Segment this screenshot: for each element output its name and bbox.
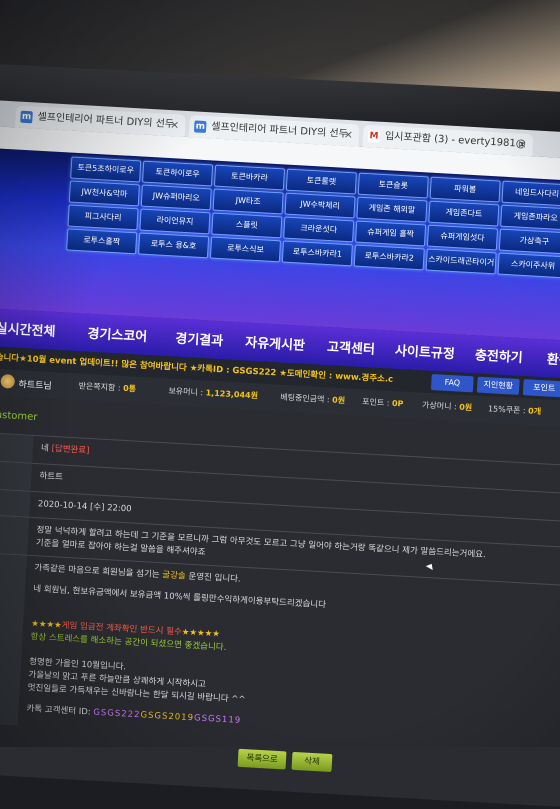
answer-row: 가족같은 마음으로 회원님을 섬기는 굴강솔 운영진 입니다. 네 회원님, 현… — [0, 551, 560, 758]
virtual-label: 가상머니 : — [421, 400, 460, 412]
game-button[interactable]: JW타조 — [212, 188, 284, 215]
game-button[interactable]: 크라운섯다 — [283, 216, 355, 243]
money-balance: 보유머니 : 1,123,044원 — [168, 385, 258, 401]
site-favicon-icon: m — [20, 110, 33, 124]
received-value: 0통 — [122, 383, 137, 394]
point-value: 0P — [391, 398, 404, 409]
game-button[interactable]: 토큰바카라 — [213, 164, 286, 191]
game-button[interactable]: 토큰룰렛 — [285, 168, 357, 195]
game-button[interactable]: 로투스 용&호 — [138, 232, 210, 259]
nav-board[interactable]: 자유게시판 — [245, 332, 306, 354]
answer-label — [0, 552, 28, 726]
brand-name: 굴강솔 — [161, 570, 186, 582]
back-to-list-button[interactable]: 목록으로 — [237, 748, 287, 770]
tab-title: 입시포관함 (3) - everty1981@ — [384, 131, 527, 150]
betting-amount: 베팅중인금액 : 0원 — [280, 392, 345, 407]
nav-results[interactable]: 경기결과 — [175, 328, 224, 350]
tab-title: 셀프인테리어 파트너 DIY의 선두 — [210, 121, 349, 140]
answer-status-badge: [답변완료] — [51, 443, 90, 457]
received-messages[interactable]: 받은쪽지함 : 0통 — [78, 380, 136, 394]
faq-button[interactable]: FAQ — [430, 374, 474, 393]
support-detail: 터 Customer 목 네 [답변완료] 임 하트트 각 2020-10-14… — [0, 393, 560, 809]
game-button[interactable]: 슈퍼게임섯다 — [426, 224, 499, 251]
game-button[interactable]: 토큰슬롯 — [357, 172, 429, 199]
game-button[interactable]: 슈퍼게임 홀짝 — [355, 220, 427, 247]
game-button[interactable]: 로투스바카라1 — [281, 240, 353, 267]
content-label: 세 — [0, 514, 30, 556]
game-button[interactable]: 로투스홀짝 — [66, 228, 138, 255]
user-nickname[interactable]: 하트트님 — [18, 377, 52, 392]
game-button[interactable]: 라이언뮤지 — [139, 208, 211, 235]
date-value: 2020-10-14 [수] 22:00 — [37, 499, 132, 515]
game-button[interactable]: 게임존 해외말 — [356, 196, 428, 223]
page-subtitle: Customer — [0, 409, 38, 424]
coupon-count: 15%쿠폰 : 0개 — [488, 403, 542, 417]
level-medal-icon — [0, 373, 16, 389]
delete-button[interactable]: 삭제 — [291, 751, 333, 773]
game-button[interactable]: 로투스바카라2 — [353, 244, 425, 271]
game-button[interactable]: 토큰하이로우 — [142, 160, 214, 187]
money-label: 보유머니 : — [168, 386, 206, 398]
betting-value: 0원 — [331, 395, 346, 406]
game-button[interactable]: 게임존파라오 — [500, 204, 560, 231]
tab-title: 셀프인테리어 파트너 DIY의 선두 — [37, 111, 175, 131]
nav-scores[interactable]: 경기스코어 — [87, 323, 148, 345]
game-button[interactable]: JW슈퍼마리오 — [140, 184, 212, 211]
coupon-label: 15%쿠폰 : — [487, 404, 529, 416]
money-value: 1,123,044원 — [205, 388, 259, 401]
author-label: 임 — [0, 460, 33, 492]
nav-live[interactable]: 실시간전체 — [0, 318, 56, 340]
game-button[interactable]: 파워볼 — [429, 176, 501, 203]
game-button[interactable]: 로투스식보 — [209, 236, 282, 263]
game-button[interactable]: 피그사다리 — [67, 204, 139, 231]
monitor-screen: m 셀프인테리어 파트너 DIY의 선두 × m 셀프인테리어 파트너 DIY의… — [0, 0, 560, 809]
nav-withdraw[interactable]: 환전하기 — [546, 348, 560, 370]
coupon-value: 0개 — [527, 406, 542, 417]
game-button[interactable]: 스플릿 — [211, 212, 283, 239]
answer-text: 가족같은 마음으로 회원님을 섬기는 굴강솔 운영진 입니다. 네 회원님, 현… — [26, 562, 327, 732]
virtual-money: 가상머니 : 0원 — [422, 400, 473, 414]
subject-label: 목 — [0, 432, 34, 464]
received-label: 받은쪽지함 : — [78, 381, 124, 393]
referral-button[interactable]: 지인현황 — [476, 376, 520, 395]
game-button[interactable]: 토큰5초하이로우 — [70, 156, 142, 183]
virtual-value: 0원 — [458, 402, 473, 413]
close-icon[interactable]: × — [517, 133, 527, 155]
point-button[interactable]: 포인트 — [522, 379, 560, 398]
point-balance: 포인트 : 0P — [362, 396, 404, 409]
date-label: 각 — [0, 488, 31, 518]
site-favicon-icon: m — [193, 120, 207, 134]
nav-deposit[interactable]: 충전하기 — [474, 344, 523, 366]
game-button[interactable]: JW천사&악마 — [68, 180, 140, 207]
game-button[interactable]: 스카이주사위 — [497, 252, 560, 279]
game-button[interactable]: 스카이드래곤타이거 — [425, 248, 497, 275]
game-button[interactable]: JW수박체리 — [284, 192, 356, 219]
betting-label: 베팅중인금액 : — [280, 392, 333, 405]
close-icon[interactable]: × — [169, 114, 180, 136]
game-button[interactable]: 네임드사다리 — [501, 180, 560, 207]
subject-value: 네 [답변완료] — [40, 443, 90, 457]
gmail-favicon-icon: M — [367, 130, 381, 143]
author-value: 하트트 — [39, 471, 64, 483]
game-button[interactable]: 게임존다트 — [428, 200, 500, 227]
nav-rules[interactable]: 사이트규정 — [395, 340, 456, 362]
point-label: 포인트 : — [361, 397, 393, 408]
game-button[interactable]: 가상축구 — [498, 228, 560, 255]
close-icon[interactable]: × — [343, 124, 353, 146]
nav-support[interactable]: 고객센터 — [327, 336, 376, 358]
